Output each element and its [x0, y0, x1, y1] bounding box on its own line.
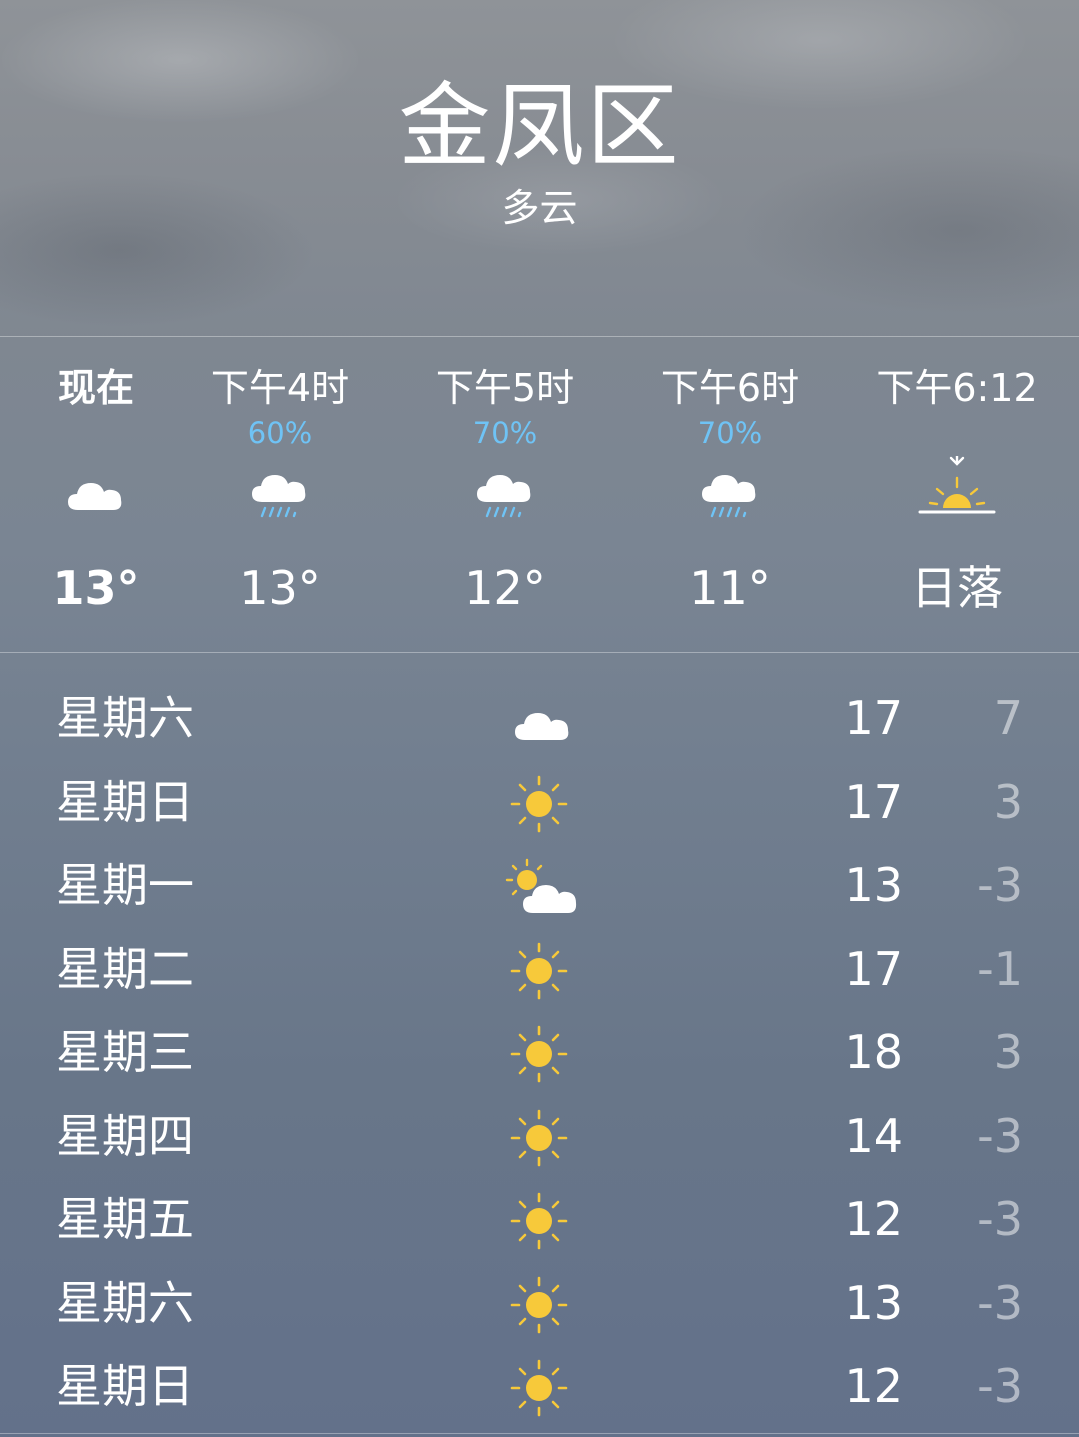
precip-chance: 70%	[697, 416, 763, 450]
high-temp: 18	[844, 1025, 903, 1079]
low-temp: 3	[993, 774, 1023, 829]
list-item-day: 星期一 13 -3	[0, 843, 1079, 927]
rain-icon	[235, 456, 325, 526]
divider-middle	[0, 652, 1079, 653]
high-temp: 17	[844, 941, 903, 996]
high-temp: 12	[844, 1359, 903, 1413]
hour-label: 下午4时	[210, 366, 350, 410]
rain-icon	[685, 456, 775, 526]
sun-icon	[494, 931, 584, 1009]
sunset-icon	[912, 456, 1002, 526]
cloud-icon	[494, 680, 584, 758]
high-temp: 14	[844, 1108, 903, 1163]
list-item-day: 星期六 17 7	[0, 676, 1079, 760]
hour-label: 下午6时	[660, 366, 800, 410]
cloud-icon	[51, 456, 141, 526]
day-name: 星期四	[56, 1108, 194, 1163]
location-header: 金凤区 多云	[0, 0, 1079, 337]
partly-cloudy-icon	[494, 847, 584, 925]
hour-label: 下午6:12	[876, 366, 1038, 410]
low-temp: -1	[977, 941, 1023, 996]
hour-temp: 13°	[239, 561, 321, 615]
hour-temp: 11°	[689, 561, 771, 615]
low-temp: 3	[993, 1025, 1023, 1079]
low-temp: 7	[993, 691, 1023, 745]
list-item-day: 星期二 17 -1	[0, 927, 1079, 1011]
day-name: 星期六	[56, 691, 194, 745]
low-temp: -3	[977, 1192, 1023, 1246]
low-temp: -3	[977, 1275, 1023, 1330]
hour-item-sunset: 下午6:12 日落	[847, 338, 1067, 652]
high-temp: 17	[844, 774, 903, 829]
list-item-day: 星期日 12 -3	[0, 1344, 1079, 1428]
current-condition: 多云	[501, 186, 578, 230]
hour-item: 下午5时 70% 12°	[395, 338, 615, 652]
low-temp: -3	[977, 1108, 1023, 1163]
day-name: 星期一	[56, 858, 194, 912]
low-temp: -3	[977, 1359, 1023, 1413]
precip-chance: 60%	[247, 416, 313, 450]
day-name: 星期六	[56, 1275, 194, 1330]
list-item-day: 星期四 14 -3	[0, 1094, 1079, 1178]
high-temp: 13	[844, 858, 903, 912]
sun-icon	[494, 1181, 584, 1259]
precip-chance: 70%	[472, 416, 538, 450]
list-item-day: 星期日 17 3	[0, 760, 1079, 844]
divider-top	[0, 336, 1079, 337]
city-name: 金凤区	[398, 73, 681, 180]
high-temp: 12	[844, 1192, 903, 1246]
day-name: 星期日	[56, 1359, 194, 1413]
rain-icon	[460, 456, 550, 526]
hour-temp: 12°	[464, 561, 546, 615]
sun-icon	[494, 1014, 584, 1092]
daily-forecast[interactable]: 星期六 17 7 星期日 17 3 星期一 13 -3 星期二 17 -1 星期…	[0, 676, 1079, 1428]
divider-bottom	[0, 1433, 1079, 1434]
day-name: 星期日	[56, 774, 194, 829]
low-temp: -3	[977, 858, 1023, 912]
sunset-label: 日落	[911, 561, 1003, 615]
hourly-forecast[interactable]: 现在 13° 下午4时 60% 13° 下午5时 70% 12° 下午6时 70…	[0, 338, 1079, 652]
sun-icon	[494, 1098, 584, 1176]
hour-label: 下午5时	[435, 366, 575, 410]
hour-item: 下午4时 60% 13°	[170, 338, 390, 652]
list-item-day: 星期三 18 3	[0, 1010, 1079, 1094]
sun-icon	[494, 1348, 584, 1426]
list-item-day: 星期六 13 -3	[0, 1261, 1079, 1345]
high-temp: 13	[844, 1275, 903, 1330]
day-name: 星期三	[56, 1025, 194, 1079]
day-name: 星期五	[56, 1192, 194, 1246]
sun-icon	[494, 764, 584, 842]
high-temp: 17	[844, 691, 903, 745]
hour-item: 下午6时 70% 11°	[620, 338, 840, 652]
list-item-day: 星期五 12 -3	[0, 1177, 1079, 1261]
day-name: 星期二	[56, 941, 194, 996]
sun-icon	[494, 1265, 584, 1343]
